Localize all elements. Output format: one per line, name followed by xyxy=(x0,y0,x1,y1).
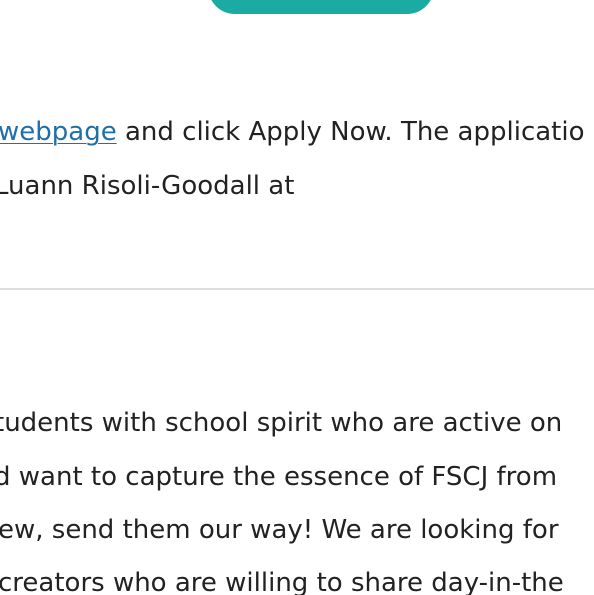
section-divider xyxy=(0,288,594,290)
application-contact-line: Luann Risoli-Goodall at xyxy=(0,171,295,201)
creator-paragraph-line-2: d want to capture the essence of FSCJ fr… xyxy=(0,462,558,492)
creator-paragraph-line-1: tudents with school spirit who are activ… xyxy=(0,408,563,438)
creator-paragraph-line-3: ew, send them our way! We are looking fo… xyxy=(0,515,559,545)
creator-paragraph-line-4: creators who are willing to share day-in… xyxy=(0,568,564,595)
application-instructions-line-1: webpage and click Apply Now. The applica… xyxy=(0,117,585,147)
webpage-link[interactable]: webpage xyxy=(0,117,117,147)
application-instructions-text: and click Apply Now. The applicatio xyxy=(116,117,585,147)
apply-button[interactable] xyxy=(208,0,434,14)
